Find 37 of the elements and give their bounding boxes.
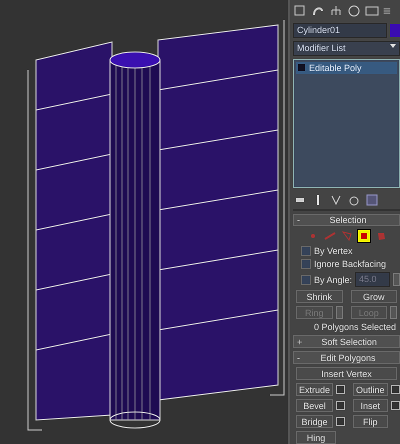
- polygon-tool-button[interactable]: Bevel: [296, 399, 334, 412]
- checkbox-label: By Angle:: [314, 274, 352, 285]
- polygon-tool-button[interactable]: Flip: [353, 415, 388, 428]
- stack-item[interactable]: Editable Poly: [296, 62, 397, 74]
- selection-status: 0 Polygons Selected: [312, 322, 397, 332]
- polygon-tool-button[interactable]: Inset: [353, 399, 388, 412]
- caret-icon: [390, 42, 396, 49]
- checkbox[interactable]: [301, 259, 311, 270]
- rollout-header[interactable]: - Edit Polygons: [293, 351, 400, 364]
- insert-vertex-button[interactable]: Insert Vertex: [296, 367, 397, 380]
- create-icon[interactable]: [293, 4, 307, 18]
- rollout-header[interactable]: - Selection: [293, 214, 400, 226]
- settings-icon[interactable]: [336, 401, 346, 410]
- modifier-box-icon: [298, 64, 305, 72]
- polygon-tool-button[interactable]: Extrude: [296, 383, 334, 396]
- hinge-button[interactable]: Hing: [296, 431, 336, 444]
- settings-icon[interactable]: [390, 401, 400, 410]
- object-name-field[interactable]: Cylinder01: [293, 22, 387, 38]
- rollout-header[interactable]: + Soft Selection: [293, 335, 400, 348]
- checkbox-label: By Vertex: [314, 246, 353, 256]
- modifier-list-dropdown[interactable]: Modifier List: [293, 40, 400, 56]
- configure-icon[interactable]: [365, 192, 379, 207]
- motion-icon[interactable]: [347, 4, 361, 18]
- polygon-tool-button[interactable]: Bridge: [296, 415, 334, 428]
- polygon-tool-button[interactable]: Outline: [353, 383, 388, 396]
- selection-button[interactable]: Grow: [350, 290, 397, 304]
- hierarchy-icon[interactable]: [329, 4, 343, 18]
- object-color-swatch[interactable]: [390, 24, 400, 37]
- settings-icon[interactable]: [336, 385, 346, 394]
- checkbox[interactable]: [301, 274, 311, 285]
- checkbox[interactable]: [301, 246, 311, 256]
- selection-button[interactable]: Shrink: [296, 290, 342, 304]
- display-icon[interactable]: [365, 4, 379, 18]
- polygon-mode-icon[interactable]: [356, 229, 370, 244]
- settings-icon[interactable]: [336, 417, 346, 426]
- checkbox-label: Ignore Backfacing: [314, 259, 386, 270]
- settings-icon[interactable]: [390, 385, 400, 394]
